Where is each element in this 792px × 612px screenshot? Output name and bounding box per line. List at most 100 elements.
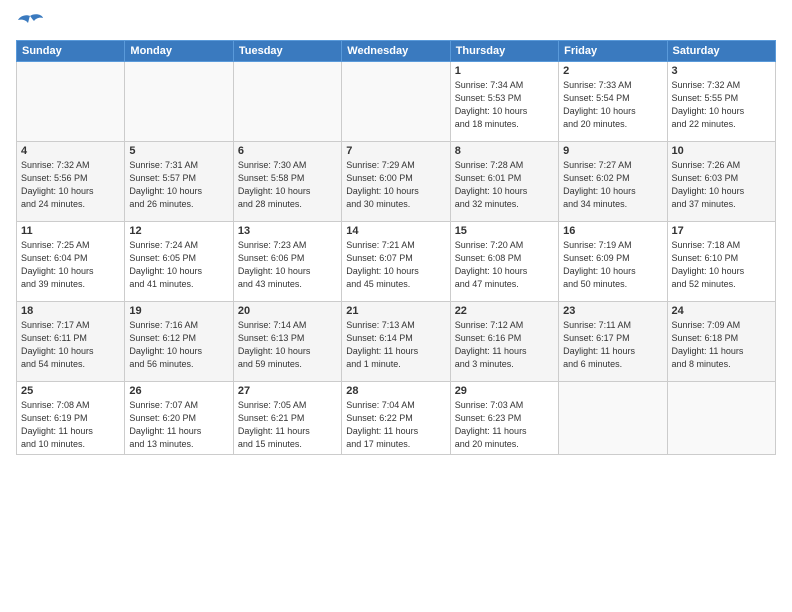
day-info: Sunrise: 7:21 AM Sunset: 6:07 PM Dayligh… [346, 239, 445, 291]
day-info: Sunrise: 7:14 AM Sunset: 6:13 PM Dayligh… [238, 319, 337, 371]
header-cell-saturday: Saturday [667, 41, 775, 62]
day-info: Sunrise: 7:12 AM Sunset: 6:16 PM Dayligh… [455, 319, 554, 371]
day-info: Sunrise: 7:17 AM Sunset: 6:11 PM Dayligh… [21, 319, 120, 371]
day-cell: 23 Sunrise: 7:11 AM Sunset: 6:17 PM Dayli… [559, 302, 667, 382]
day-number: 29 [455, 385, 554, 397]
day-number: 11 [21, 225, 120, 237]
day-info: Sunrise: 7:20 AM Sunset: 6:08 PM Dayligh… [455, 239, 554, 291]
week-row-5: 25 Sunrise: 7:08 AM Sunset: 6:19 PM Dayli… [17, 382, 776, 455]
day-cell: 17Sunrise: 7:18 AM Sunset: 6:10 PM Dayli… [667, 222, 775, 302]
day-cell [233, 62, 341, 142]
day-info: Sunrise: 7:11 AM Sunset: 6:17 PM Dayligh… [563, 319, 662, 371]
day-cell: 8 Sunrise: 7:28 AM Sunset: 6:01 PM Daylig… [450, 142, 558, 222]
day-cell [559, 382, 667, 455]
day-cell: 15Sunrise: 7:20 AM Sunset: 6:08 PM Dayli… [450, 222, 558, 302]
day-info: Sunrise: 7:24 AM Sunset: 6:05 PM Dayligh… [129, 239, 228, 291]
day-number: 7 [346, 145, 445, 157]
logo [16, 12, 48, 34]
day-info: Sunrise: 7:08 AM Sunset: 6:19 PM Dayligh… [21, 399, 120, 451]
day-number: 18 [21, 305, 120, 317]
day-number: 4 [21, 145, 120, 157]
header-cell-monday: Monday [125, 41, 233, 62]
day-cell: 10 Sunrise: 7:26 AM Sunset: 6:03 PM Dayli… [667, 142, 775, 222]
day-cell [17, 62, 125, 142]
day-cell: 26 Sunrise: 7:07 AM Sunset: 6:20 PM Dayli… [125, 382, 233, 455]
day-info: Sunrise: 7:28 AM Sunset: 6:01 PM Dayligh… [455, 159, 554, 211]
day-info: Sunrise: 7:16 AM Sunset: 6:12 PM Dayligh… [129, 319, 228, 371]
header-cell-thursday: Thursday [450, 41, 558, 62]
day-number: 14 [346, 225, 445, 237]
logo-bird-icon [16, 12, 44, 34]
day-info: Sunrise: 7:04 AM Sunset: 6:22 PM Dayligh… [346, 399, 445, 451]
day-info: Sunrise: 7:09 AM Sunset: 6:18 PM Dayligh… [672, 319, 771, 371]
day-info: Sunrise: 7:34 AM Sunset: 5:53 PM Dayligh… [455, 79, 554, 131]
header-cell-wednesday: Wednesday [342, 41, 450, 62]
day-cell: 25 Sunrise: 7:08 AM Sunset: 6:19 PM Dayli… [17, 382, 125, 455]
day-number: 6 [238, 145, 337, 157]
day-number: 26 [129, 385, 228, 397]
day-cell [667, 382, 775, 455]
day-number: 5 [129, 145, 228, 157]
day-info: Sunrise: 7:26 AM Sunset: 6:03 PM Dayligh… [672, 159, 771, 211]
header-cell-sunday: Sunday [17, 41, 125, 62]
day-info: Sunrise: 7:19 AM Sunset: 6:09 PM Dayligh… [563, 239, 662, 291]
day-number: 21 [346, 305, 445, 317]
day-cell: 24 Sunrise: 7:09 AM Sunset: 6:18 PM Dayli… [667, 302, 775, 382]
day-number: 20 [238, 305, 337, 317]
day-info: Sunrise: 7:27 AM Sunset: 6:02 PM Dayligh… [563, 159, 662, 211]
day-number: 28 [346, 385, 445, 397]
week-row-1: 1 Sunrise: 7:34 AM Sunset: 5:53 PM Daylig… [17, 62, 776, 142]
day-cell: 11 Sunrise: 7:25 AM Sunset: 6:04 PM Dayli… [17, 222, 125, 302]
day-info: Sunrise: 7:05 AM Sunset: 6:21 PM Dayligh… [238, 399, 337, 451]
day-cell: 18 Sunrise: 7:17 AM Sunset: 6:11 PM Dayli… [17, 302, 125, 382]
day-cell: 5 Sunrise: 7:31 AM Sunset: 5:57 PM Daylig… [125, 142, 233, 222]
day-cell: 1 Sunrise: 7:34 AM Sunset: 5:53 PM Daylig… [450, 62, 558, 142]
day-cell: 28 Sunrise: 7:04 AM Sunset: 6:22 PM Dayli… [342, 382, 450, 455]
page-header [16, 12, 776, 34]
day-cell: 7Sunrise: 7:29 AM Sunset: 6:00 PM Daylig… [342, 142, 450, 222]
day-number: 12 [129, 225, 228, 237]
day-number: 17 [672, 225, 771, 237]
day-number: 1 [455, 65, 554, 77]
day-number: 23 [563, 305, 662, 317]
day-info: Sunrise: 7:13 AM Sunset: 6:14 PM Dayligh… [346, 319, 445, 371]
day-number: 9 [563, 145, 662, 157]
day-info: Sunrise: 7:07 AM Sunset: 6:20 PM Dayligh… [129, 399, 228, 451]
day-info: Sunrise: 7:31 AM Sunset: 5:57 PM Dayligh… [129, 159, 228, 211]
day-info: Sunrise: 7:25 AM Sunset: 6:04 PM Dayligh… [21, 239, 120, 291]
day-number: 22 [455, 305, 554, 317]
day-number: 2 [563, 65, 662, 77]
day-number: 25 [21, 385, 120, 397]
day-number: 10 [672, 145, 771, 157]
day-cell: 12 Sunrise: 7:24 AM Sunset: 6:05 PM Dayli… [125, 222, 233, 302]
day-info: Sunrise: 7:03 AM Sunset: 6:23 PM Dayligh… [455, 399, 554, 451]
day-number: 19 [129, 305, 228, 317]
day-cell: 9 Sunrise: 7:27 AM Sunset: 6:02 PM Daylig… [559, 142, 667, 222]
day-number: 16 [563, 225, 662, 237]
day-cell [342, 62, 450, 142]
calendar-body: 1 Sunrise: 7:34 AM Sunset: 5:53 PM Daylig… [17, 62, 776, 455]
header-cell-tuesday: Tuesday [233, 41, 341, 62]
day-number: 24 [672, 305, 771, 317]
day-cell: 14 Sunrise: 7:21 AM Sunset: 6:07 PM Dayli… [342, 222, 450, 302]
day-number: 8 [455, 145, 554, 157]
day-cell: 19 Sunrise: 7:16 AM Sunset: 6:12 PM Dayli… [125, 302, 233, 382]
day-cell: 27Sunrise: 7:05 AM Sunset: 6:21 PM Dayli… [233, 382, 341, 455]
day-cell: 20 Sunrise: 7:14 AM Sunset: 6:13 PM Dayli… [233, 302, 341, 382]
day-cell: 13 Sunrise: 7:23 AM Sunset: 6:06 PM Dayli… [233, 222, 341, 302]
calendar-header: SundayMondayTuesdayWednesdayThursdayFrid… [17, 41, 776, 62]
day-info: Sunrise: 7:32 AM Sunset: 5:55 PM Dayligh… [672, 79, 771, 131]
day-cell: 16 Sunrise: 7:19 AM Sunset: 6:09 PM Dayli… [559, 222, 667, 302]
day-number: 13 [238, 225, 337, 237]
day-cell: 6 Sunrise: 7:30 AM Sunset: 5:58 PM Daylig… [233, 142, 341, 222]
week-row-2: 4Sunrise: 7:32 AM Sunset: 5:56 PM Daylig… [17, 142, 776, 222]
week-row-3: 11 Sunrise: 7:25 AM Sunset: 6:04 PM Dayli… [17, 222, 776, 302]
day-info: Sunrise: 7:23 AM Sunset: 6:06 PM Dayligh… [238, 239, 337, 291]
day-number: 3 [672, 65, 771, 77]
week-row-4: 18 Sunrise: 7:17 AM Sunset: 6:11 PM Dayli… [17, 302, 776, 382]
header-row: SundayMondayTuesdayWednesdayThursdayFrid… [17, 41, 776, 62]
day-cell: 4Sunrise: 7:32 AM Sunset: 5:56 PM Daylig… [17, 142, 125, 222]
day-cell [125, 62, 233, 142]
day-info: Sunrise: 7:30 AM Sunset: 5:58 PM Dayligh… [238, 159, 337, 211]
day-info: Sunrise: 7:33 AM Sunset: 5:54 PM Dayligh… [563, 79, 662, 131]
